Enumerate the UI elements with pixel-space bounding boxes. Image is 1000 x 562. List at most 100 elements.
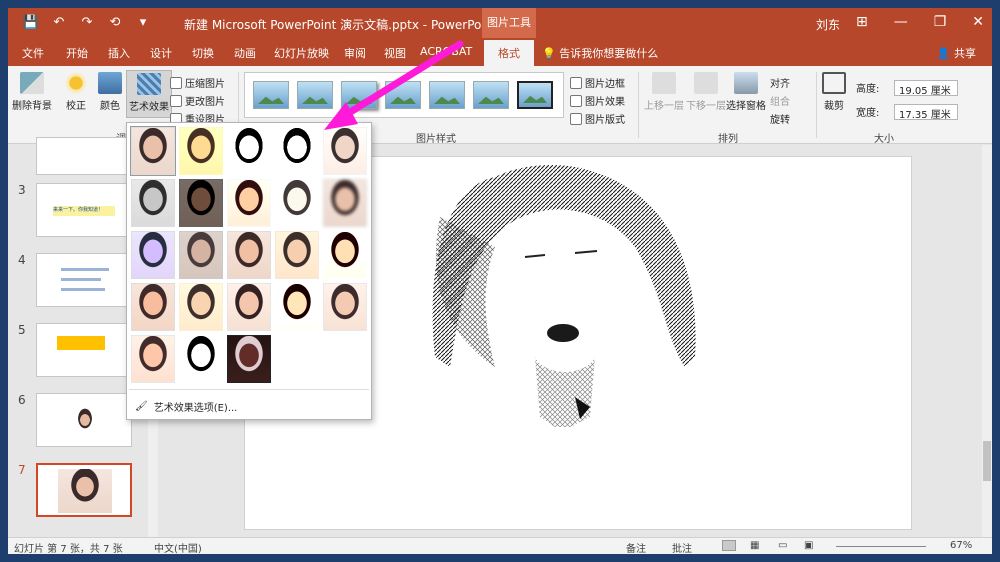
- styles-group-label: 图片样式: [416, 134, 456, 145]
- effect-pastels-smooth[interactable]: [275, 283, 319, 331]
- effect-texturizer[interactable]: [179, 283, 223, 331]
- effect-film-grain[interactable]: [227, 231, 271, 279]
- tab-acrobat[interactable]: ACROBAT: [420, 45, 472, 58]
- paintbrush-icon: 🖌: [135, 401, 148, 412]
- redo-icon[interactable]: ↷: [78, 15, 96, 30]
- tab-transitions[interactable]: 切换: [192, 45, 214, 61]
- picture-style-3[interactable]: [341, 81, 377, 109]
- effect-light-screen[interactable]: [131, 231, 175, 279]
- tab-format[interactable]: 格式: [484, 40, 534, 66]
- effect-chalk-sketch[interactable]: [131, 179, 175, 227]
- picture-style-1[interactable]: [253, 81, 289, 109]
- align-label: 对齐: [770, 79, 790, 90]
- effect-watercolor-sponge[interactable]: [179, 231, 223, 279]
- language-status[interactable]: 中文(中国): [154, 540, 202, 554]
- slide-thumbnail[interactable]: [36, 253, 132, 307]
- scrollbar-thumb[interactable]: [983, 441, 991, 481]
- picture-style-4[interactable]: [385, 81, 421, 109]
- bring-forward-button[interactable]: 上移一层: [644, 72, 684, 112]
- slide-sorter-icon[interactable]: ▦: [750, 540, 759, 551]
- comments-button[interactable]: 批注: [672, 540, 692, 554]
- share-button[interactable]: 👤 共享: [937, 45, 976, 61]
- height-input[interactable]: 19.05 厘米: [894, 80, 958, 97]
- selection-pane-button[interactable]: 选择窗格: [726, 72, 766, 112]
- notes-button[interactable]: 备注: [626, 540, 646, 554]
- align-button[interactable]: 对齐: [770, 75, 790, 90]
- remove-background-button[interactable]: 删除背景: [12, 72, 52, 112]
- effect-glass[interactable]: [323, 231, 367, 279]
- maximize-icon[interactable]: ❐: [934, 14, 947, 30]
- effect-glow-diffused[interactable]: [275, 179, 319, 227]
- slide-thumbnail[interactable]: 来来一下。你我知道！: [36, 183, 132, 237]
- tab-design[interactable]: 设计: [150, 45, 172, 61]
- effect-pencil-grayscale[interactable]: [227, 127, 271, 175]
- tab-insert[interactable]: 插入: [108, 45, 130, 61]
- effect-paint-brush[interactable]: [227, 179, 271, 227]
- artistic-effects-button[interactable]: 艺术效果: [126, 70, 172, 118]
- undo-icon[interactable]: ↶: [50, 15, 68, 30]
- tab-file[interactable]: 文件: [22, 45, 44, 61]
- effect-blur[interactable]: [323, 179, 367, 227]
- close-icon[interactable]: ✕: [972, 14, 984, 30]
- vertical-scrollbar[interactable]: [982, 145, 992, 537]
- picture-style-2[interactable]: [297, 81, 333, 109]
- slide-thumbnail[interactable]: [36, 137, 132, 175]
- rotate-button[interactable]: 旋转: [770, 111, 790, 126]
- picture-style-7[interactable]: [517, 81, 553, 109]
- status-bar: 幻灯片 第 7 张，共 7 张 中文(中国) 备注 批注 ▦ ▭ ▣ 67%: [8, 537, 992, 554]
- send-backward-button[interactable]: 下移一层: [686, 72, 726, 112]
- effect-line-drawing[interactable]: [323, 127, 367, 175]
- thumb-shape: [57, 336, 105, 350]
- picture-effects-button[interactable]: 图片效果: [570, 93, 625, 108]
- picture-effects-label: 图片效果: [585, 97, 625, 108]
- save-icon[interactable]: 💾: [22, 15, 40, 30]
- effect-cement[interactable]: [131, 283, 175, 331]
- slide-thumbnail[interactable]: [36, 393, 132, 447]
- thumb-line: [61, 278, 101, 281]
- customize-qat-icon[interactable]: ▾: [134, 15, 152, 30]
- effect-glow-edges[interactable]: [227, 335, 271, 383]
- slide-thumbnail-current[interactable]: [36, 463, 132, 517]
- tab-review[interactable]: 审阅: [344, 45, 366, 61]
- width-input[interactable]: 17.35 厘米: [894, 104, 958, 121]
- zoom-level[interactable]: 67%: [950, 540, 972, 551]
- normal-view-icon[interactable]: [722, 540, 736, 551]
- change-picture-button[interactable]: 更改图片: [170, 93, 225, 108]
- crop-button[interactable]: 裁剪: [822, 72, 846, 112]
- user-name[interactable]: 刘东: [816, 16, 840, 33]
- ribbon-display-icon[interactable]: ⊞: [856, 14, 868, 30]
- effect-plastic-wrap[interactable]: [323, 283, 367, 331]
- compress-pictures-button[interactable]: 压缩图片: [170, 75, 225, 90]
- ribbon-tabs: 文件 开始 插入 设计 切换 动画 幻灯片放映 审阅 视图 ACROBAT 格式…: [8, 38, 992, 66]
- effect-photocopy[interactable]: [179, 335, 223, 383]
- effect-mosaic-bubbles[interactable]: [275, 231, 319, 279]
- effect-pencil-sketch[interactable]: [272, 124, 322, 178]
- picture-style-6[interactable]: [473, 81, 509, 109]
- slide-number: 4: [18, 253, 26, 267]
- change-picture-label: 更改图片: [185, 97, 225, 108]
- effect-none[interactable]: [130, 126, 176, 176]
- group-button[interactable]: 组合: [770, 93, 790, 108]
- effect-marker[interactable]: [179, 127, 223, 175]
- effect-crisscross-etching[interactable]: [227, 283, 271, 331]
- picture-style-5[interactable]: [429, 81, 465, 109]
- picture-border-icon: [570, 76, 582, 89]
- tab-home[interactable]: 开始: [66, 45, 88, 61]
- repeat-icon[interactable]: ⟲: [106, 15, 124, 30]
- tab-animations[interactable]: 动画: [234, 45, 256, 61]
- tab-view[interactable]: 视图: [384, 45, 406, 61]
- corrections-button[interactable]: 校正: [64, 72, 88, 112]
- slide-thumbnail[interactable]: [36, 323, 132, 377]
- artistic-effects-options[interactable]: 🖌 艺术效果选项(E)...: [135, 399, 237, 414]
- slideshow-icon[interactable]: ▣: [804, 540, 813, 551]
- picture-layout-button[interactable]: 图片版式: [570, 111, 625, 126]
- effect-paint-strokes[interactable]: [179, 179, 223, 227]
- zoom-slider[interactable]: [836, 546, 926, 547]
- tell-me-search[interactable]: 💡 告诉我你想要做什么: [542, 45, 658, 61]
- minimize-icon[interactable]: —: [894, 14, 908, 30]
- reading-view-icon[interactable]: ▭: [778, 540, 787, 551]
- tab-slideshow[interactable]: 幻灯片放映: [274, 45, 329, 61]
- picture-border-button[interactable]: 图片边框: [570, 75, 625, 90]
- color-button[interactable]: 颜色: [98, 72, 122, 112]
- effect-cutout[interactable]: [131, 335, 175, 383]
